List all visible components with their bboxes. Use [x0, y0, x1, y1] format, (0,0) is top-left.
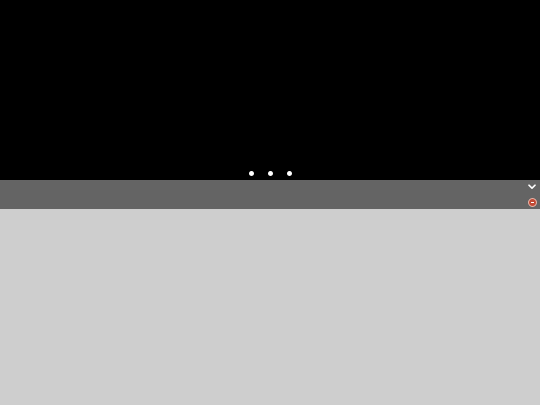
chevron-down-icon	[528, 184, 536, 189]
app-screen	[0, 0, 540, 405]
toolbar	[0, 180, 540, 209]
loading-dot	[267, 171, 273, 176]
loading-dot	[286, 171, 292, 176]
loading-indicator	[0, 171, 540, 177]
media-viewer[interactable]	[0, 0, 540, 180]
error-badge-icon[interactable]	[528, 198, 537, 207]
content-area	[0, 209, 540, 405]
loading-dot	[248, 171, 254, 176]
expand-button[interactable]	[527, 182, 537, 192]
